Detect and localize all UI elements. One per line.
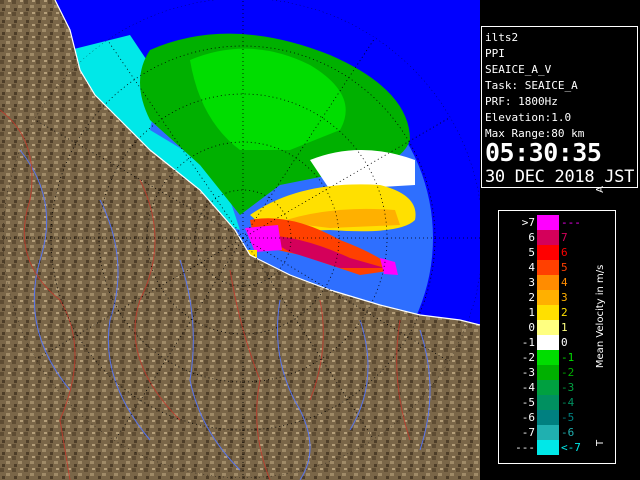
task-name: Task: SEAICE_A <box>485 79 578 92</box>
legend-swatch <box>537 230 559 245</box>
legend-row: -5 -4 <box>499 395 589 410</box>
legend-high-label: -4 <box>561 396 575 409</box>
legend-row: 45 <box>499 260 589 275</box>
legend-low-label: -1 <box>521 336 535 349</box>
legend-low-label: 4 <box>528 261 535 274</box>
velocity-legend: >7 --- 6 7 5 6 4 5 3 4 2 3 1 2 0 1 -1 0 -2 -1 -3 -2 -4 -3 -5 -4 -6… <box>498 186 616 464</box>
legend-swatch <box>537 425 559 440</box>
legend-row: 12 <box>499 305 589 320</box>
legend-low-label: -2 <box>521 351 535 364</box>
legend-high-label: 7 <box>561 231 568 244</box>
legend-low-label: -3 <box>521 366 535 379</box>
legend-low-label: -4 <box>521 381 535 394</box>
legend-high-label: 6 <box>561 246 568 259</box>
legend-swatch <box>537 260 559 275</box>
legend-low-label: -5 <box>521 396 535 409</box>
legend-high-label: -2 <box>561 366 575 379</box>
radar-name: ilts2 <box>485 31 519 44</box>
legend-title-bar: T Mean Velocity in m/s A <box>594 186 608 446</box>
legend-title: Mean Velocity in m/s <box>595 264 606 369</box>
legend-swatch <box>537 245 559 260</box>
legend-row: -3 -2 <box>499 365 589 380</box>
legend-swatch <box>537 395 559 410</box>
scan-type: PPI <box>485 47 505 60</box>
legend-high-label: -3 <box>561 381 575 394</box>
legend-high-label: 2 <box>561 306 568 319</box>
legend-row: -1 0 <box>499 335 589 350</box>
legend-swatch <box>537 410 559 425</box>
scan-time: 05:30:35 <box>485 138 602 167</box>
legend-top-marker: A <box>595 186 606 193</box>
legend-high-label: 3 <box>561 291 568 304</box>
legend-swatch <box>537 275 559 290</box>
scan-date: 30 DEC 2018 JST <box>485 167 635 187</box>
legend-low-label: 3 <box>528 276 535 289</box>
legend-high-label: 4 <box>561 276 568 289</box>
legend-row: 34 <box>499 275 589 290</box>
legend-row: --- <-7 <box>499 440 589 455</box>
legend-low-label: 2 <box>528 291 535 304</box>
legend-swatch <box>537 365 559 380</box>
legend-high-label: <-7 <box>561 441 581 454</box>
legend-swatch <box>537 305 559 320</box>
legend-low-label: 0 <box>528 321 535 334</box>
radar-ppi-image <box>0 0 480 480</box>
legend-swatch <box>537 320 559 335</box>
legend-high-label: -6 <box>561 426 575 439</box>
radar-info-panel: ilts2 PPI SEAICE_A_V Task: SEAICE_A PRF:… <box>481 26 638 188</box>
prf-value: PRF: 1800Hz <box>485 95 558 108</box>
legend-bottom-marker: T <box>595 439 606 446</box>
legend-low-label: -6 <box>521 411 535 424</box>
legend-high-label: -5 <box>561 411 575 424</box>
legend-high-label: 0 <box>561 336 568 349</box>
legend-swatch <box>537 215 559 230</box>
legend-row: -2 -1 <box>499 350 589 365</box>
legend-swatch <box>537 290 559 305</box>
elevation-value: Elevation:1.0 <box>485 111 572 124</box>
legend-high-label: -1 <box>561 351 575 364</box>
legend-row: 56 <box>499 245 589 260</box>
legend-low-label: 6 <box>528 231 535 244</box>
legend-row: -4 -3 <box>499 380 589 395</box>
legend-swatch <box>537 335 559 350</box>
legend-high-label: --- <box>561 216 581 229</box>
legend-row: 67 <box>499 230 589 245</box>
legend-low-label: >7 <box>521 216 535 229</box>
legend-swatch <box>537 380 559 395</box>
legend-swatch <box>537 350 559 365</box>
legend-row: 23 <box>499 290 589 305</box>
legend-row: -6 -5 <box>499 410 589 425</box>
product-name: SEAICE_A_V <box>485 63 552 76</box>
legend-high-label: 1 <box>561 321 568 334</box>
radar-map[interactable] <box>0 0 480 480</box>
legend-swatch <box>537 440 559 455</box>
legend-row: 01 <box>499 320 589 335</box>
legend-high-label: 5 <box>561 261 568 274</box>
legend-low-label: -7 <box>521 426 535 439</box>
legend-row: >7 --- <box>499 215 589 230</box>
legend-low-label: --- <box>515 441 535 454</box>
legend-low-label: 1 <box>528 306 535 319</box>
legend-low-label: 5 <box>528 246 535 259</box>
legend-row: -7 -6 <box>499 425 589 440</box>
